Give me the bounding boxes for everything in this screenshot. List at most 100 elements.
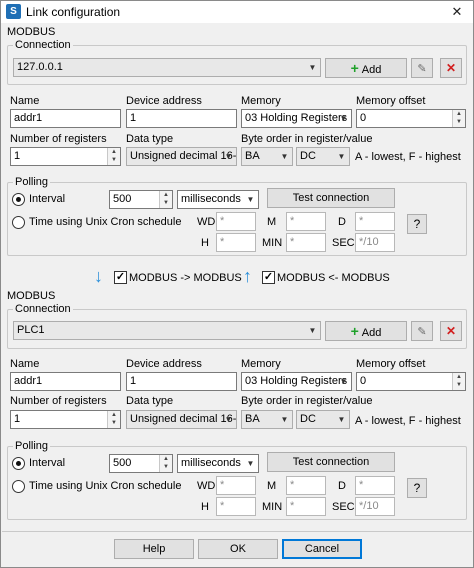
nregs-value-bottom: 1 <box>14 413 21 425</box>
spin-buttons[interactable]: ▲ ▼ <box>107 148 120 165</box>
interval-value-top: 500 <box>113 193 132 205</box>
sec-input-bottom[interactable]: */10 <box>355 497 395 516</box>
memory-select-top[interactable]: 03 Holding Registers ▼ <box>241 109 352 128</box>
close-icon[interactable]: ✕ <box>441 1 473 23</box>
connection-value-bottom: PLC1 <box>17 324 45 336</box>
spin-buttons[interactable]: ▲ ▼ <box>159 455 172 472</box>
interval-stepper-top[interactable]: 500 ▲ ▼ <box>109 190 173 209</box>
min-input-top[interactable]: * <box>286 233 326 252</box>
cancel-button[interactable]: Cancel <box>282 539 362 559</box>
h-label-bottom: H <box>201 501 209 513</box>
edit-connection-button-bottom[interactable]: ✎ <box>411 321 433 341</box>
spin-up-icon: ▲ <box>111 412 117 418</box>
section-title-bottom: MODBUS <box>7 290 56 302</box>
spin-up-icon: ▲ <box>163 192 169 198</box>
chevron-down-icon: ▼ <box>339 114 348 123</box>
byte-order-label-bottom: Byte order in register/value <box>241 395 373 407</box>
spin-buttons[interactable]: ▲ ▼ <box>452 110 465 127</box>
interval-radio-top[interactable] <box>12 193 25 206</box>
byte-order-select-2-bottom[interactable]: DC ▼ <box>296 410 350 429</box>
help-button[interactable]: Help <box>114 539 194 559</box>
polling-group-label-bottom: Polling <box>13 440 51 453</box>
plus-icon: + <box>350 60 359 76</box>
wd-label-top: WD <box>197 216 216 228</box>
h-input-bottom[interactable]: * <box>216 497 256 516</box>
wd-input-bottom[interactable]: * <box>216 476 256 495</box>
d-input-top[interactable]: * <box>355 212 395 231</box>
spin-up-icon: ▲ <box>456 111 462 117</box>
interval-stepper-bottom[interactable]: 500 ▲ ▼ <box>109 454 173 473</box>
connection-value-top: 127.0.0.1 <box>17 61 63 73</box>
sec-label-bottom: SEC <box>332 501 355 513</box>
spin-down-icon: ▼ <box>111 420 117 426</box>
nregs-stepper-bottom[interactable]: 1 ▲ ▼ <box>10 410 121 429</box>
memory-offset-stepper-bottom[interactable]: 0 ▲ ▼ <box>356 372 466 391</box>
spin-buttons[interactable]: ▲ ▼ <box>452 373 465 390</box>
spin-up-icon: ▲ <box>456 374 462 380</box>
arrow-up-icon: ↑ <box>243 266 252 286</box>
interval-unit-select-top[interactable]: milliseconds ▼ <box>177 190 259 209</box>
spin-buttons[interactable]: ▲ ▼ <box>107 411 120 428</box>
interval-unit-select-bottom[interactable]: milliseconds ▼ <box>177 454 259 473</box>
memory-offset-stepper-top[interactable]: 0 ▲ ▼ <box>356 109 466 128</box>
test-connection-button-bottom[interactable]: Test connection <box>267 452 395 472</box>
data-type-select-bottom[interactable]: Unsigned decimal 16-bit ▼ <box>126 410 237 429</box>
cron-label-bottom: Time using Unix Cron schedule <box>29 480 182 492</box>
add-connection-button-top[interactable]: + Add <box>325 58 407 78</box>
delete-icon: ✕ <box>445 324 457 338</box>
delete-connection-button-top[interactable]: ✕ <box>440 58 462 78</box>
connection-select-bottom[interactable]: PLC1 ▼ <box>13 321 321 340</box>
memory-offset-label-bottom: Memory offset <box>356 358 426 370</box>
interval-radio-bottom[interactable] <box>12 457 25 470</box>
cron-help-button-bottom[interactable]: ? <box>407 478 427 498</box>
delete-connection-button-bottom[interactable]: ✕ <box>440 321 462 341</box>
d-input-bottom[interactable]: * <box>355 476 395 495</box>
byte-order-select-2-top[interactable]: DC ▼ <box>296 147 350 166</box>
spin-down-icon: ▼ <box>456 119 462 125</box>
chevron-down-icon: ▼ <box>337 152 346 161</box>
chevron-down-icon: ▼ <box>246 459 255 468</box>
add-label: Add <box>361 327 382 339</box>
m-input-bottom[interactable]: * <box>286 476 326 495</box>
spin-buttons[interactable]: ▲ ▼ <box>159 191 172 208</box>
data-type-select-top[interactable]: Unsigned decimal 16-bit ▼ <box>126 147 237 166</box>
direction-up-checkbox[interactable]: ✓ <box>262 271 275 284</box>
nregs-stepper-top[interactable]: 1 ▲ ▼ <box>10 147 121 166</box>
byte-order-1-value-bottom: BA <box>245 413 260 425</box>
byte-order-2-value-bottom: DC <box>300 413 316 425</box>
footer-divider <box>2 531 472 532</box>
byte-order-select-1-top[interactable]: BA ▼ <box>241 147 293 166</box>
name-input-top[interactable]: addr1 <box>10 109 121 128</box>
direction-down-checkbox[interactable]: ✓ <box>114 271 127 284</box>
spin-down-icon: ▼ <box>456 382 462 388</box>
chevron-down-icon: ▼ <box>246 195 255 204</box>
interval-label-top: Interval <box>29 193 66 205</box>
cron-radio-top[interactable] <box>12 216 25 229</box>
device-address-input-top[interactable]: 1 <box>126 109 237 128</box>
h-input-top[interactable]: * <box>216 233 256 252</box>
sec-input-top[interactable]: */10 <box>355 233 395 252</box>
spin-down-icon: ▼ <box>163 464 169 470</box>
byte-order-2-value-top: DC <box>300 150 316 162</box>
test-connection-button-top[interactable]: Test connection <box>267 188 395 208</box>
edit-connection-button-top[interactable]: ✎ <box>411 58 433 78</box>
m-input-top[interactable]: * <box>286 212 326 231</box>
chevron-down-icon: ▼ <box>280 152 289 161</box>
name-input-bottom[interactable]: addr1 <box>10 372 121 391</box>
data-type-value-bottom: Unsigned decimal 16-bit <box>130 413 237 425</box>
device-address-input-bottom[interactable]: 1 <box>126 372 237 391</box>
byte-order-hint-bottom: A - lowest, F - highest <box>355 415 461 427</box>
wd-input-top[interactable]: * <box>216 212 256 231</box>
memory-value-top: 03 Holding Registers <box>245 112 348 124</box>
ok-button[interactable]: OK <box>198 539 278 559</box>
byte-order-select-1-bottom[interactable]: BA ▼ <box>241 410 293 429</box>
add-connection-button-bottom[interactable]: + Add <box>325 321 407 341</box>
name-label-top: Name <box>10 95 40 107</box>
cron-help-button-top[interactable]: ? <box>407 214 427 234</box>
connection-select-top[interactable]: 127.0.0.1 ▼ <box>13 58 321 77</box>
cron-radio-bottom[interactable] <box>12 480 25 493</box>
interval-unit-value-top: milliseconds <box>181 193 241 205</box>
arrow-down-icon: ↓ <box>94 266 103 286</box>
min-input-bottom[interactable]: * <box>286 497 326 516</box>
memory-select-bottom[interactable]: 03 Holding Registers ▼ <box>241 372 352 391</box>
